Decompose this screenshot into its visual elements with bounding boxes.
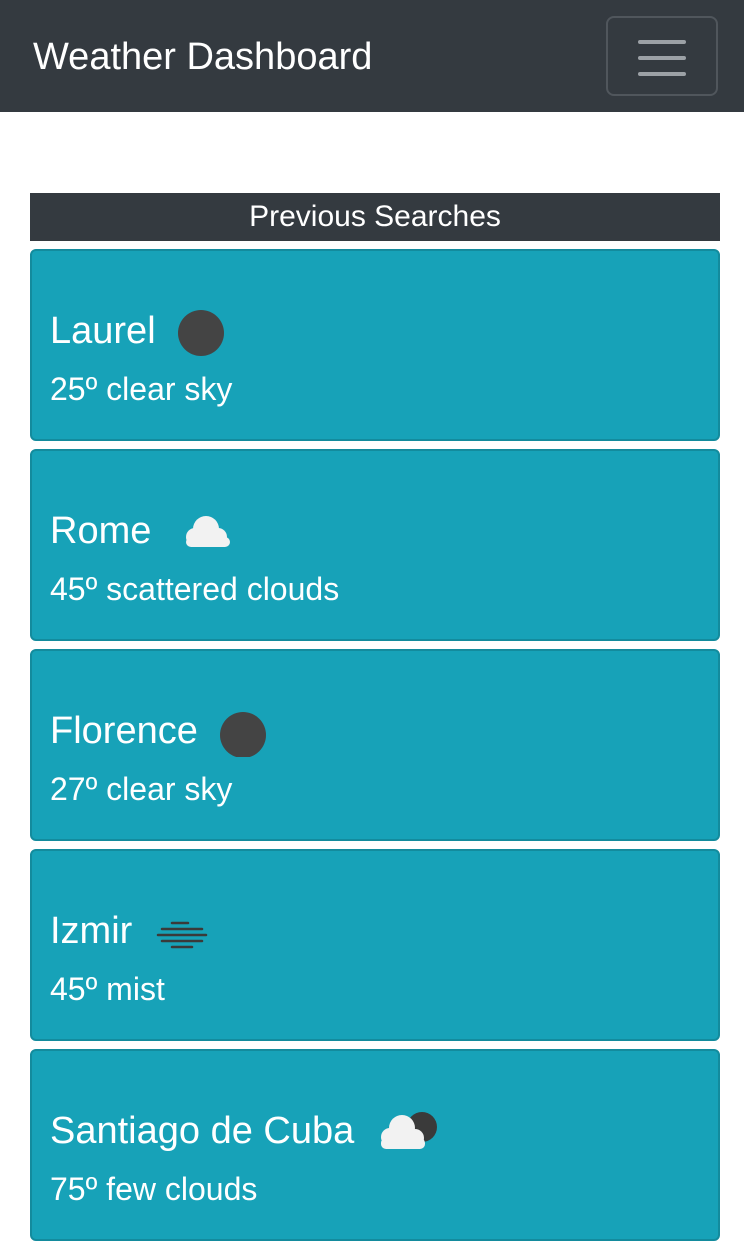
card-city: Laurel (50, 310, 156, 352)
card-description: clear sky (106, 371, 233, 407)
card-city: Izmir (50, 910, 133, 952)
card-temp: 45º (50, 571, 98, 607)
search-card-florence[interactable]: Florence 27º clear sky (30, 649, 720, 841)
card-weather: 45º mist (50, 969, 165, 1009)
card-description: mist (106, 971, 165, 1007)
search-card-santiago-de-cuba[interactable]: Santiago de Cuba 75º few clouds (30, 1049, 720, 1241)
card-weather: 27º clear sky (50, 769, 232, 809)
search-card-rome[interactable]: Rome 45º scattered clouds (30, 449, 720, 641)
navbar: Weather Dashboard (0, 0, 744, 112)
card-weather: 25º clear sky (50, 369, 232, 409)
search-card-izmir[interactable]: Izmir 45º mist (30, 849, 720, 1041)
mist-icon (154, 905, 218, 957)
navbar-toggle-button[interactable] (606, 16, 718, 96)
card-temp: 75º (50, 1171, 98, 1207)
card-temp: 25º (50, 371, 98, 407)
card-temp: 27º (50, 771, 98, 807)
few-clouds-night-icon (376, 1105, 440, 1157)
card-city: Florence (50, 710, 198, 752)
brand-title[interactable]: Weather Dashboard (33, 33, 372, 81)
card-temp: 45º (50, 971, 98, 1007)
card-description: clear sky (106, 771, 233, 807)
previous-searches-heading: Previous Searches (30, 193, 720, 241)
card-description: few clouds (106, 1171, 258, 1207)
cloud-icon (173, 505, 237, 557)
card-weather: 75º few clouds (50, 1169, 257, 1209)
card-city: Santiago de Cuba (50, 1110, 355, 1152)
clear-sky-night-icon (177, 305, 242, 357)
search-card-laurel[interactable]: Laurel 25º clear sky (30, 249, 720, 441)
card-weather: 45º scattered clouds (50, 569, 339, 609)
card-city: Rome (50, 510, 152, 552)
clear-sky-night-icon (219, 705, 284, 758)
card-description: scattered clouds (106, 571, 340, 607)
